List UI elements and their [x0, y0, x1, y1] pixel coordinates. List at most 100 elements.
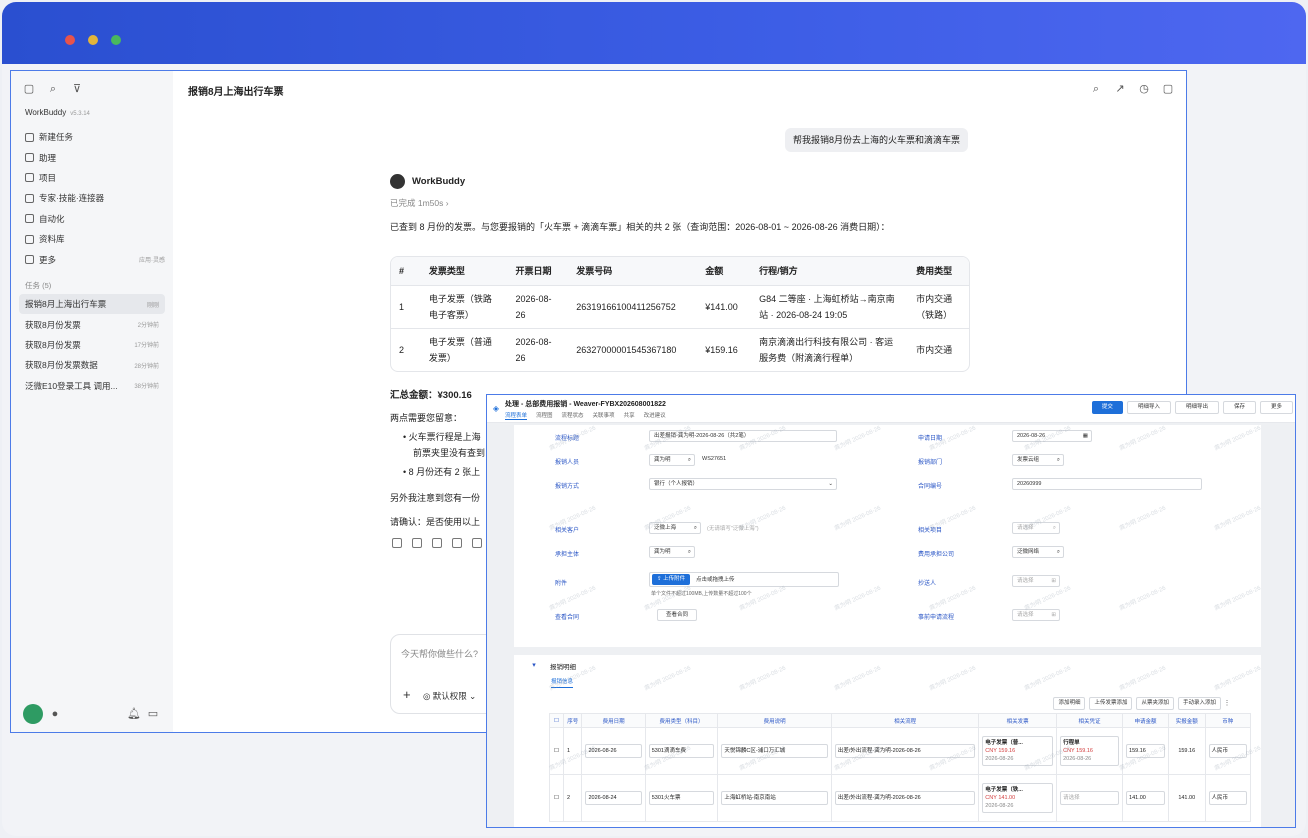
row-checkbox[interactable]: ☐ [549, 774, 564, 822]
task-item[interactable]: 获取8月份发票数据 28分钟前 [19, 355, 165, 375]
nav-item-4[interactable]: 自动化 [25, 209, 165, 229]
detail-tab[interactable]: 报销信息 [551, 677, 574, 688]
expense-desc-value[interactable]: 上海虹桥站-南京南站 [721, 791, 828, 805]
task-item[interactable]: 获取8月份发票 2分钟前 [19, 314, 165, 334]
nav-item-2[interactable]: 项目 [25, 168, 165, 188]
history-icon[interactable]: ◷ [1138, 83, 1150, 95]
flow-title-input[interactable]: 出差报销-龚为明-2026-08-26（共2笔） [649, 430, 837, 442]
message-icon[interactable]: ▭ [147, 708, 159, 720]
oa-button[interactable]: 明细导出 [1174, 401, 1219, 414]
retry-icon[interactable] [472, 538, 482, 548]
tasks-header[interactable]: 任务 (5) [25, 280, 51, 291]
thumbs-up-icon[interactable] [412, 538, 422, 548]
maximize-window-dot[interactable] [111, 35, 121, 45]
thumbs-down-icon[interactable] [432, 538, 442, 548]
speaker-icon[interactable] [452, 538, 462, 548]
close-window-dot[interactable] [65, 35, 75, 45]
search-icon[interactable]: ⌕ [1053, 523, 1056, 533]
detail-button[interactable]: 从票夹添加 [1136, 697, 1174, 710]
expense-type-value[interactable]: 5301火车票 [648, 791, 715, 805]
detail-button[interactable]: 手动录入添加 [1177, 697, 1221, 710]
view-contract-button[interactable]: 查看合同 [657, 609, 697, 621]
task-item[interactable]: 泛微E10登录工具 调用... 38分钟前 [19, 376, 165, 396]
task-item[interactable]: 报销8月上海出行车票 刚刚 [19, 294, 165, 315]
customer-input[interactable]: 泛微上海 ⌕ [649, 522, 701, 534]
filter-icon[interactable]: ⊽ [71, 83, 83, 95]
oa-tab[interactable]: 流程图 [536, 411, 553, 420]
oa-button[interactable]: 保存 [1222, 401, 1256, 414]
nav-item-5[interactable]: 资料库 [25, 229, 165, 249]
nav-item-0[interactable]: 新建任务 [25, 127, 165, 147]
expense-desc-value[interactable]: 天悦锦麟C区-浦口万汇城 [721, 744, 828, 758]
nav-item-1[interactable]: 助理 [25, 147, 165, 167]
minimize-window-dot[interactable] [88, 35, 98, 45]
add-attachment-icon[interactable]: + [403, 687, 411, 702]
contract-no-input[interactable]: 20260999 [1012, 478, 1202, 490]
oa-button[interactable]: 提交 [1091, 401, 1123, 414]
nav-item-6[interactable]: 更多 应用·灵感 [25, 249, 165, 269]
oa-button[interactable]: 明细导入 [1126, 401, 1171, 414]
panel-icon[interactable]: ▢ [1162, 83, 1174, 95]
chevron-down-icon[interactable]: ⌄ [828, 479, 833, 489]
search-icon[interactable]: ⌕ [1057, 455, 1060, 465]
user-avatar[interactable] [23, 704, 43, 724]
related-flow-value[interactable]: 出差/外出流程-龚为明-2026-08-26 [834, 744, 976, 758]
search-icon[interactable]: ⌕ [688, 455, 691, 465]
expense-date-value[interactable]: 2026-08-26 [585, 744, 642, 758]
search-icon[interactable]: ⌕ [47, 83, 59, 95]
contacts-icon[interactable]: ⊞ [1051, 576, 1056, 586]
subject-input[interactable]: 龚为明 ⌕ [649, 546, 695, 558]
calendar-icon[interactable]: ▦ [1083, 431, 1088, 441]
project-input[interactable]: 请选择 ⌕ [1012, 522, 1060, 534]
apply-date-input[interactable]: 2026-08-26 ▦ [1012, 430, 1092, 442]
search-icon[interactable]: ⌕ [1057, 547, 1060, 557]
cookie-icon[interactable]: ● [49, 708, 61, 720]
nav-item-3[interactable]: 专家·技能·连接器 [25, 188, 165, 208]
upload-button[interactable]: ⇪ 上传附件 [652, 574, 691, 585]
chat-input-placeholder[interactable]: 今天帮你做些什么? [401, 647, 478, 660]
detail-button[interactable]: 添加明细 [1053, 697, 1086, 710]
cost-company-input[interactable]: 泛微网络 ⌕ [1012, 546, 1064, 558]
attachment-box[interactable]: ⇪ 上传附件 点击或拖拽上传 [649, 572, 839, 587]
permission-selector[interactable]: ◎ 默认权限 ⌄ [423, 690, 476, 702]
completion-status[interactable]: 已完成 1m50s › [390, 197, 449, 209]
copy-icon[interactable] [392, 538, 402, 548]
invoice-card[interactable]: 电子发票（铁... CNY 141.00 2026-08-26 [982, 783, 1054, 813]
method-select[interactable]: 银行（个人报销） ⌄ [649, 478, 837, 490]
sidebar-toggle-icon[interactable]: ▢ [23, 83, 35, 95]
currency-value[interactable]: 人民币 [1208, 744, 1247, 758]
invoice-card[interactable]: 电子发票（普... CNY 159.16 2026-08-26 [982, 736, 1054, 766]
voucher-card[interactable]: 行程单 CNY 159.16 2026-08-26 [1060, 736, 1120, 766]
oa-tab[interactable]: 流程表单 [505, 411, 528, 420]
collapse-icon[interactable]: ▾ [528, 660, 540, 672]
pre-apply-input[interactable]: 请选择 ⊞ [1012, 609, 1060, 621]
reporter-input[interactable]: 龚为明 ⌕ [649, 454, 695, 466]
cc-input[interactable]: 请选择 ⊞ [1012, 575, 1060, 587]
row-checkbox[interactable]: ☐ [549, 727, 564, 775]
search-icon[interactable]: ⌕ [1090, 83, 1102, 95]
task-item[interactable]: 获取8月份发票 17分钟前 [19, 335, 165, 355]
search-icon[interactable]: ⌕ [694, 523, 697, 533]
detail-button[interactable]: 上传发票添加 [1089, 697, 1133, 710]
contacts-icon[interactable]: ⊞ [1051, 610, 1056, 620]
apply-amount-value[interactable]: 159.16 [1126, 744, 1165, 758]
oa-tab[interactable]: 流程状态 [562, 411, 584, 420]
oa-tab[interactable]: 改进建议 [644, 411, 666, 420]
voucher-card[interactable]: 请选择 [1060, 791, 1120, 805]
search-icon[interactable]: ⌕ [688, 547, 691, 557]
expense-date-value[interactable]: 2026-08-24 [585, 791, 642, 805]
oa-button[interactable]: 更多 [1259, 401, 1293, 414]
more-vertical-icon[interactable]: ⋮ [1221, 698, 1233, 710]
select-all-checkbox[interactable]: ☐ [549, 713, 564, 728]
related-flow-value[interactable]: 出差/外出流程-龚为明-2026-08-26 [834, 791, 976, 805]
expense-type-value[interactable]: 5301滴滴车费 [648, 744, 715, 758]
apply-amount-value[interactable]: 141.00 [1126, 791, 1165, 805]
dept-input[interactable]: 发票云组 ⌕ [1012, 454, 1064, 466]
label-subject: 承担主体 [555, 552, 580, 558]
oa-tab[interactable]: 共享 [624, 411, 635, 420]
bell-icon[interactable]: 🔔︎ [127, 708, 141, 720]
share-icon[interactable]: ↗ [1114, 83, 1126, 95]
currency-value[interactable]: 人民币 [1208, 791, 1247, 805]
oa-tab[interactable]: 关联事项 [593, 411, 615, 420]
expense-grid: ☐ 序号 费用日期 费用类型（科目） 费用说明 相关流程 相关发票 相关凭证 申请金额 实报金额币… [549, 713, 1252, 822]
